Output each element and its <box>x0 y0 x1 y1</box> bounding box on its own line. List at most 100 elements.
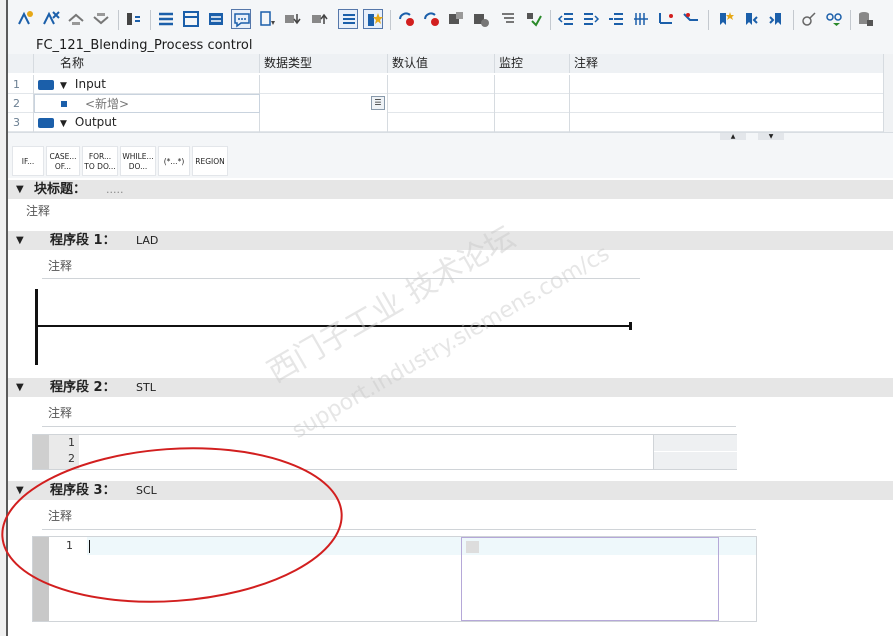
undo-delete-icon[interactable] <box>396 9 416 29</box>
divider <box>42 278 640 279</box>
remove-icon[interactable] <box>421 9 441 29</box>
section-name-input: Input <box>74 77 106 91</box>
rung-end <box>629 322 632 330</box>
new-row-type-cell[interactable]: ☰ <box>260 94 388 113</box>
ladder-rung[interactable] <box>38 325 630 327</box>
open-all-icon[interactable] <box>66 9 86 29</box>
interface-table: 名称 数据类型 数认值 监控 注释 1 ▼ Input 2 <新增> ☰ 3 ▼ O… <box>8 54 893 136</box>
compile-icon[interactable] <box>523 9 543 29</box>
goto-error-icon[interactable] <box>681 9 701 29</box>
insert-network-icon[interactable] <box>16 9 36 29</box>
collapse-up-icon[interactable]: ▲ <box>720 133 746 140</box>
network-1-lang: LAD <box>136 234 159 247</box>
row-name-cell: ▼ Input <box>34 75 260 94</box>
stl-side-panel <box>653 435 737 469</box>
close-all-icon[interactable] <box>91 9 111 29</box>
network-2-title: 程序段 2： <box>50 380 116 395</box>
expand-icon[interactable]: ▼ <box>60 81 67 91</box>
collapse-icon[interactable]: ▼ <box>16 378 24 397</box>
row-number: 3 <box>8 113 34 132</box>
new-row-name-cell[interactable]: <新增> <box>34 94 260 113</box>
operand-list-icon[interactable] <box>258 9 278 29</box>
comment-block-button[interactable]: (*...*) <box>158 146 190 176</box>
add-new-field[interactable]: <新增> <box>63 97 129 111</box>
output-section-icon <box>38 117 54 128</box>
block-name: FC_121_Blending_Process control <box>8 36 893 55</box>
outdent-icon[interactable] <box>606 9 626 29</box>
if-button[interactable]: IF... <box>12 146 44 176</box>
glasses-icon[interactable] <box>824 9 844 29</box>
interface-row-output[interactable]: 3 ▼ Output <box>8 113 893 132</box>
block-title-label: 块标题： <box>34 182 87 197</box>
delete-network-icon[interactable] <box>41 9 61 29</box>
next-bookmark-icon[interactable] <box>766 9 786 29</box>
block-title-header[interactable]: ▼ 块标题： ..... <box>8 180 893 199</box>
favorites-icon[interactable] <box>363 9 383 29</box>
network-1-title: 程序段 1： <box>50 233 116 248</box>
network-1-header[interactable]: ▼ 程序段 1： LAD <box>8 231 893 250</box>
prev-bookmark-icon[interactable] <box>741 9 761 29</box>
upload-icon[interactable] <box>310 9 330 29</box>
instruction-bar: IF... CASE... OF... FOR... TO DO... WHIL… <box>8 140 893 178</box>
splitter-bar[interactable]: ▲ ▼ <box>8 132 893 140</box>
bookmark-icon[interactable] <box>716 9 736 29</box>
case-button[interactable]: CASE... OF... <box>46 146 80 176</box>
align-icon[interactable] <box>498 9 518 29</box>
new-row-monitor-cell <box>495 94 570 113</box>
col-comment-header[interactable]: 注释 <box>570 54 893 73</box>
interface-row-new[interactable]: 2 <新增> ☰ <box>8 94 893 113</box>
absolute-operand-icon[interactable] <box>124 9 144 29</box>
block-comment[interactable]: 注释 <box>26 202 50 219</box>
download-icon[interactable] <box>283 9 303 29</box>
row-monitor-cell <box>495 75 570 94</box>
new-row-default-cell <box>388 94 495 113</box>
col-name-header[interactable]: 名称 <box>34 54 260 73</box>
row-monitor-cell <box>495 113 570 132</box>
vertical-scrollbar[interactable] <box>883 54 893 134</box>
indent-right-icon[interactable] <box>581 9 601 29</box>
col-num-header <box>8 54 34 73</box>
col-monitor-header[interactable]: 监控 <box>495 54 570 73</box>
expand-down-icon[interactable]: ▼ <box>758 133 784 140</box>
show-details-icon[interactable] <box>206 9 226 29</box>
while-button[interactable]: WHILE... DO... <box>120 146 156 176</box>
indent-left-icon[interactable] <box>556 9 576 29</box>
divider <box>42 426 736 427</box>
row-number: 2 <box>8 94 34 113</box>
for-button[interactable]: FOR... TO DO... <box>82 146 118 176</box>
comment-icon[interactable] <box>231 9 251 29</box>
block-call-icon[interactable] <box>446 9 466 29</box>
scl-side-panel <box>461 537 719 621</box>
row-type-cell <box>260 113 388 132</box>
row-type-cell <box>260 75 388 94</box>
expand-icon[interactable]: ▼ <box>60 119 67 129</box>
watermark-url: support.industry.siemens.com/cs <box>287 241 614 444</box>
row-default-cell <box>388 113 495 132</box>
database-icon[interactable] <box>856 9 876 29</box>
network-2-comment[interactable]: 注释 <box>48 404 72 421</box>
network-2-header[interactable]: ▼ 程序段 2： STL <box>8 378 893 397</box>
col-default-header[interactable]: 数认值 <box>388 54 495 73</box>
comment-lines-icon[interactable] <box>631 9 651 29</box>
type-picker-icon[interactable]: ☰ <box>371 96 385 110</box>
interface-header: 名称 数据类型 数认值 监控 注释 <box>8 54 893 73</box>
block-title-value[interactable]: ..... <box>106 180 123 199</box>
list-view-icon[interactable] <box>156 9 176 29</box>
network-1-comment[interactable]: 注释 <box>48 257 72 274</box>
section-name-output: Output <box>74 115 117 129</box>
display-options-icon[interactable] <box>338 9 358 29</box>
window-split-icon[interactable] <box>181 9 201 29</box>
interface-row-input[interactable]: 1 ▼ Input <box>8 75 893 94</box>
panel-toggle-icon[interactable] <box>466 541 479 553</box>
collapse-icon[interactable]: ▼ <box>16 231 24 250</box>
power-rail <box>35 289 38 365</box>
monitor-icon[interactable] <box>471 9 491 29</box>
region-button[interactable]: REGION <box>192 146 228 176</box>
collapse-icon[interactable]: ▼ <box>16 180 24 199</box>
input-section-icon <box>38 79 54 90</box>
col-type-header[interactable]: 数据类型 <box>260 54 388 73</box>
goto-line-icon[interactable] <box>656 9 676 29</box>
network-2-lang: STL <box>136 381 156 394</box>
row-name-cell: ▼ Output <box>34 113 260 132</box>
watch-icon[interactable] <box>799 9 819 29</box>
